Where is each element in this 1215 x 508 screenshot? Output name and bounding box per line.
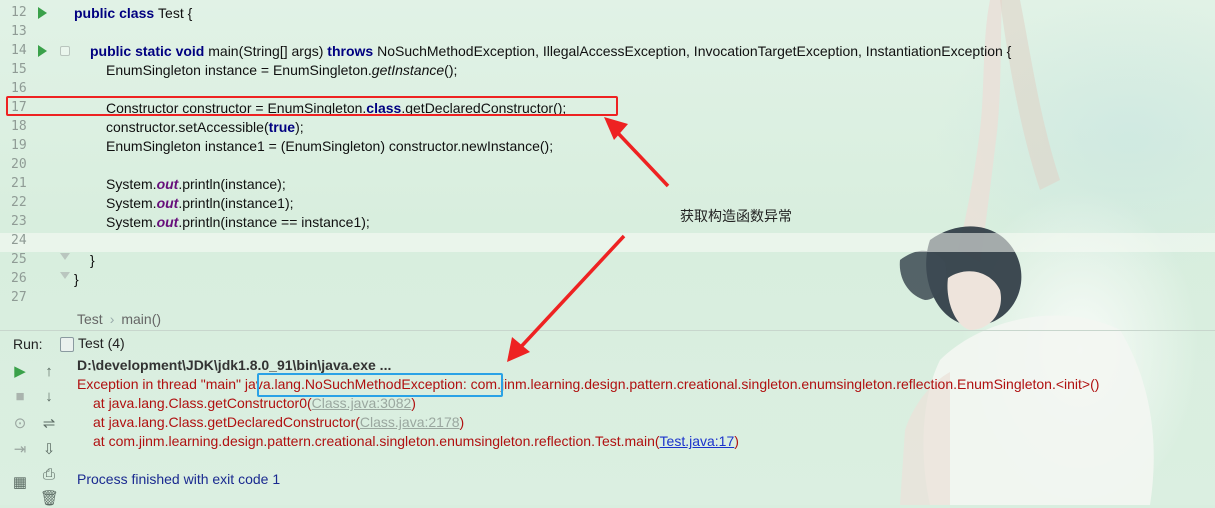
arrow-to-exception: [507, 234, 626, 362]
arrow-to-code: [604, 117, 670, 188]
annotation-arrows: [507, 117, 670, 362]
